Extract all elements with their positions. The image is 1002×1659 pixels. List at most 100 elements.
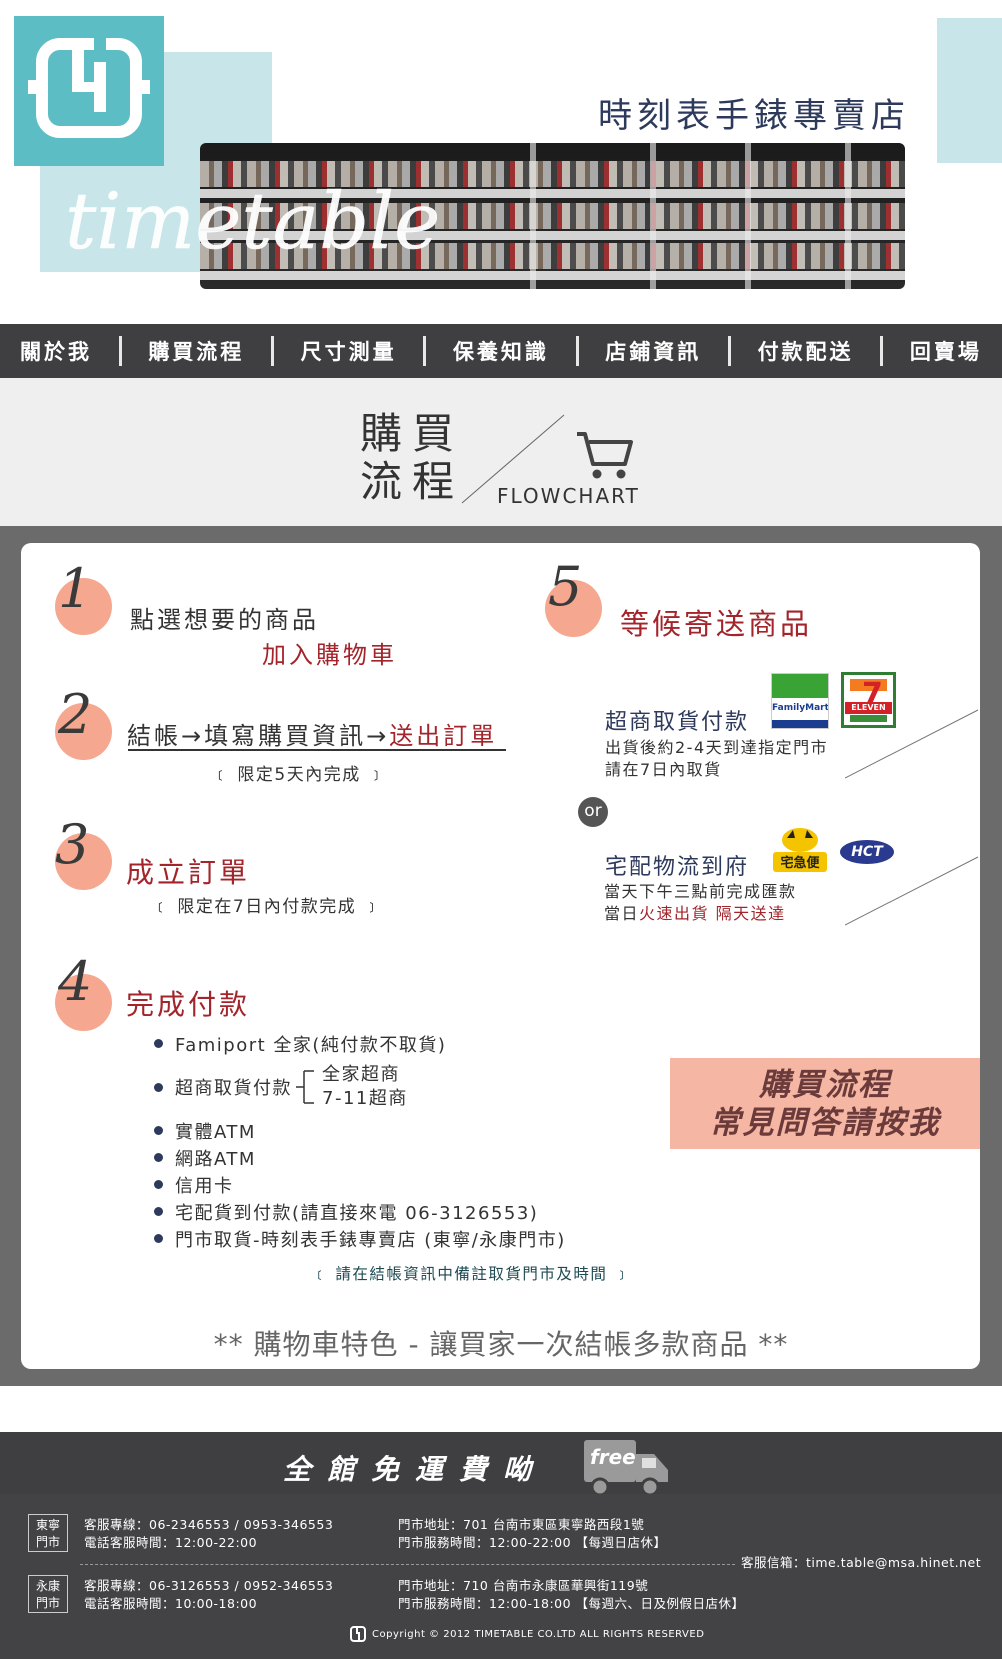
step3-title: 成立訂單 <box>126 856 251 889</box>
cvs-delivery-desc: 出貨後約2-4天到達指定門市 請在7日內取貨 <box>605 737 828 781</box>
step-number: 1 <box>58 557 93 620</box>
step5-title: 等候寄送商品 <box>620 607 813 641</box>
decorative-line <box>845 709 979 779</box>
payment-cvs: 超商取貨付款 <box>175 1078 292 1099</box>
store1-phone: 客服專線：06-2346553 / 0953-346553 <box>84 1517 334 1532</box>
list-item: 實體ATM <box>152 1117 566 1144</box>
section-title-line1: 購買 <box>360 409 465 458</box>
payment-cod: 宅配貨到付款(請直接來電 06-3126553) <box>175 1202 539 1224</box>
section-title: 購買 流程 <box>360 410 464 506</box>
payment-store-pickup: 門市取貨-時刻表手錶專賣店 (東寧/永康門市) <box>175 1229 566 1251</box>
svg-text:宅急便: 宅急便 <box>780 855 820 871</box>
step-number: 4 <box>58 950 93 1013</box>
cvs-options: 全家超商 7-11超商 <box>322 1063 408 1111</box>
familymart-logo: FamilyMart <box>771 673 829 729</box>
or-badge: or <box>578 797 608 827</box>
step-number: 5 <box>548 555 583 618</box>
store-tag: 東寧 門市 <box>28 1514 68 1552</box>
list-item: 信用卡 <box>152 1171 566 1198</box>
free-badge: free <box>590 1445 636 1469</box>
store2-phone: 客服專線：06-3126553 / 0952-346553 <box>84 1578 334 1593</box>
nav-divider <box>423 336 427 366</box>
step2-flow: 結帳→填寫購買資訊→送出訂單 <box>127 716 497 751</box>
payment-methods-list: Famiport 全家(純付款不取貨) 超商取貨付款 全家超商 7-11超商 實… <box>152 1030 566 1252</box>
list-item: 門市取貨-時刻表手錶專賣店 (東寧/永康門市) <box>152 1225 566 1252</box>
nav-divider <box>118 336 122 366</box>
footer-logo-icon <box>350 1626 366 1642</box>
faq-button-line2: 常見問答請按我 <box>709 1105 941 1141</box>
payment-atm-physical: 實體ATM <box>175 1121 256 1143</box>
list-item: 宅配貨到付款(請直接來電 06-3126553) <box>152 1198 566 1225</box>
step3-note: ﹝ 限定在7日內付款完成 ﹞ <box>152 897 382 917</box>
store1-address: 門市地址：701 台南市東區東寧路西段1號 門市服務時間：12:00-22:00… <box>398 1516 667 1552</box>
step-number: 3 <box>55 813 90 876</box>
brand-logo-icon <box>28 38 150 138</box>
store2-address-line: 門市地址：710 台南市永康區華興街119號 <box>398 1578 649 1593</box>
bullet-icon <box>154 1126 163 1135</box>
arrow-icon: → <box>366 722 390 750</box>
bullet-icon <box>154 1153 163 1162</box>
list-item: Famiport 全家(純付款不取貨) <box>152 1030 566 1057</box>
black-cat-logo: 宅急便 <box>773 828 827 872</box>
step-number: 2 <box>58 683 93 746</box>
step2-checkout: 結帳 <box>127 722 181 750</box>
store-tag-line1: 東寧 <box>35 1518 60 1532</box>
bullet-icon <box>154 1180 163 1189</box>
nav-payment-shipping[interactable]: 付款配送 <box>758 336 854 366</box>
main-nav: 關於我 購買流程 尺寸測量 保養知識 店鋪資訊 付款配送 回賣場 <box>0 324 1002 378</box>
nav-size-measure[interactable]: 尺寸測量 <box>301 336 397 366</box>
home-delivery-desc: 當天下午三點前完成匯款 當日火速出貨 隔天送達 <box>604 881 797 925</box>
bullet-icon <box>154 1207 163 1216</box>
cvs-option-familymart: 全家超商 <box>322 1064 400 1085</box>
svg-text:timetable: timetable <box>65 177 440 267</box>
step2-submit: 送出訂單 <box>389 722 498 750</box>
faq-button[interactable]: 購買流程 常見問答請按我 <box>670 1058 980 1149</box>
step2-fill-info: 填寫購買資訊 <box>204 722 367 750</box>
nav-divider <box>575 336 579 366</box>
faq-button-line1: 購買流程 <box>759 1067 891 1103</box>
cart-feature-text: ** 購物車特色 - 讓買家一次結帳多款商品 ** <box>213 1328 789 1361</box>
corner-decoration <box>937 18 1002 163</box>
step1-line1: 點選想要的商品 <box>130 606 319 634</box>
store1-phone-hours: 電話客服時間：12:00-22:00 <box>84 1535 258 1550</box>
nav-about[interactable]: 關於我 <box>20 336 92 366</box>
step2-underline <box>128 749 506 751</box>
nav-divider <box>880 336 884 366</box>
store1-store-hours: 門市服務時間：12:00-22:00 【每週日店休】 <box>398 1535 667 1550</box>
section-title-line2: 流程 <box>360 457 465 506</box>
bullet-icon <box>154 1039 163 1048</box>
nav-care-knowledge[interactable]: 保養知識 <box>453 336 549 366</box>
list-item: 超商取貨付款 全家超商 7-11超商 <box>152 1057 566 1117</box>
store-tag-line2: 門市 <box>35 1596 60 1610</box>
shop-title: 時刻表手錶專賣店 <box>598 96 910 136</box>
nav-divider <box>270 336 274 366</box>
cart-icon <box>577 432 633 479</box>
nav-store-info[interactable]: 店鋪資訊 <box>605 336 701 366</box>
cvs-delivery-line2: 請在7日內取貨 <box>605 760 722 779</box>
store-tag-line1: 永康 <box>35 1579 60 1593</box>
bullet-icon <box>154 1234 163 1243</box>
cvs-delivery-line1: 出貨後約2-4天到達指定門市 <box>605 738 829 757</box>
pickup-note: ﹝ 請在結帳資訊中備註取貨門市及時間 ﹞ <box>312 1265 631 1283</box>
step2-note: ﹝ 限定5天內完成 ﹞ <box>212 765 387 785</box>
store2-contact: 客服專線：06-3126553 / 0952-346553 電話客服時間：10:… <box>84 1577 333 1613</box>
home-delivery-line1: 當天下午三點前完成匯款 <box>604 882 797 901</box>
nav-purchase-flow[interactable]: 購買流程 <box>148 336 244 366</box>
copyright: Copyright © 2012 TIMETABLE CO.LTD ALL RI… <box>372 1629 705 1640</box>
list-item: 網路ATM <box>152 1144 566 1171</box>
payment-credit-card: 信用卡 <box>175 1175 234 1197</box>
step1-line2: 加入購物車 <box>262 641 397 669</box>
store2-address: 門市地址：710 台南市永康區華興街119號 門市服務時間：12:00-18:0… <box>398 1577 745 1613</box>
nav-divider <box>727 336 731 366</box>
footer-divider <box>80 1564 735 1565</box>
store-tag: 永康 門市 <box>28 1575 68 1613</box>
email[interactable]: 客服信箱：time.table@msa.hinet.net <box>741 1554 981 1572</box>
home-delivery-line2: 當日火速出貨 隔天送達 <box>604 904 786 923</box>
store2-phone-hours: 電話客服時間：10:00-18:00 <box>84 1596 258 1611</box>
bracket-icon <box>296 1070 314 1104</box>
nav-back-to-store[interactable]: 回賣場 <box>910 336 982 366</box>
store2-store-hours: 門市服務時間：12:00-18:00 【每週六、日及例假日店休】 <box>398 1596 745 1611</box>
home-delivery-title: 宅配物流到府 <box>605 855 750 880</box>
cvs-delivery-title: 超商取貨付款 <box>605 710 750 735</box>
script-logo: timetable <box>65 177 441 268</box>
